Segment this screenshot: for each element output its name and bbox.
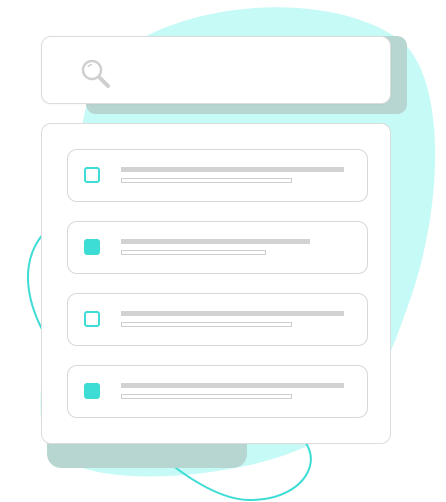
illustration-stage: [0, 0, 446, 502]
list-item[interactable]: [67, 293, 368, 346]
list-item[interactable]: [67, 149, 368, 202]
placeholder-line-title: [121, 167, 344, 172]
list-panel: [41, 123, 391, 444]
checkbox-unchecked[interactable]: [84, 167, 100, 183]
list-item[interactable]: [67, 221, 368, 274]
search-input[interactable]: [124, 55, 378, 89]
checkbox-checked[interactable]: [84, 383, 100, 399]
placeholder-line-subtitle: [121, 178, 292, 183]
search-icon: [81, 59, 110, 88]
placeholder-line-title: [121, 311, 344, 316]
placeholder-line-title: [121, 239, 310, 244]
list-item[interactable]: [67, 365, 368, 418]
placeholder-line-title: [121, 383, 344, 388]
checkbox-unchecked[interactable]: [84, 311, 100, 327]
placeholder-line-subtitle: [121, 322, 292, 327]
checkbox-checked[interactable]: [84, 239, 100, 255]
placeholder-line-subtitle: [121, 250, 266, 255]
placeholder-line-subtitle: [121, 394, 292, 399]
search-bar[interactable]: [41, 36, 391, 104]
